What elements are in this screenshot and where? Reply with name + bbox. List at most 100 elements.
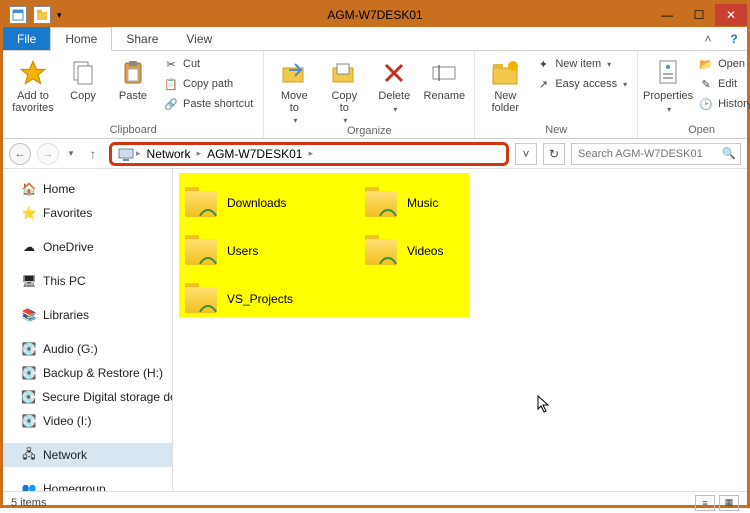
paste-button[interactable]: Paste bbox=[111, 55, 155, 103]
tab-home[interactable]: Home bbox=[50, 27, 112, 51]
sidebar-label: Libraries bbox=[43, 308, 89, 322]
copy-path-button[interactable]: 📋Copy path bbox=[161, 75, 255, 93]
chevron-right-icon[interactable]: ▸ bbox=[308, 148, 313, 159]
drive-icon: 💽 bbox=[21, 389, 36, 405]
easy-access-icon: ↗ bbox=[535, 76, 551, 92]
help-button[interactable]: ? bbox=[721, 27, 747, 50]
ribbon-group-open: Properties 📂Open ✎Edit 🕑History Open bbox=[638, 51, 750, 138]
new-item-label: New item bbox=[555, 58, 601, 70]
status-bar: 5 items ≡ ▦ bbox=[3, 491, 747, 513]
up-button[interactable]: ↑ bbox=[83, 144, 103, 164]
refresh-button[interactable]: ↻ bbox=[543, 143, 565, 165]
edit-button[interactable]: ✎Edit bbox=[696, 75, 750, 93]
tab-share[interactable]: Share bbox=[112, 27, 172, 50]
paste-shortcut-label: Paste shortcut bbox=[183, 98, 253, 110]
sidebar-label: Favorites bbox=[43, 206, 92, 220]
add-to-favorites-button[interactable]: Add to favorites bbox=[11, 55, 55, 114]
copy-button[interactable]: Copy bbox=[61, 55, 105, 103]
copy-to-icon bbox=[328, 57, 360, 89]
copy-to-button[interactable]: Copy to bbox=[322, 55, 366, 125]
breadcrumb-host[interactable]: AGM-W7DESK01 bbox=[203, 147, 306, 161]
chevron-right-icon[interactable]: ▸ bbox=[197, 148, 202, 159]
details-view-button[interactable]: ≡ bbox=[695, 495, 715, 511]
rename-icon bbox=[428, 57, 460, 89]
folder-vsprojects[interactable]: VS_Projects bbox=[183, 275, 323, 323]
sidebar-item-homegroup[interactable]: 👥Homegroup bbox=[3, 477, 172, 491]
qat-new-folder-icon[interactable] bbox=[33, 6, 51, 24]
breadcrumb-network[interactable]: Network bbox=[143, 147, 195, 161]
cut-button[interactable]: ✂Cut bbox=[161, 55, 255, 73]
libraries-icon: 📚 bbox=[21, 307, 37, 323]
sidebar-item-home[interactable]: 🏠Home bbox=[3, 177, 172, 201]
folder-grid: Downloads Music Users Videos VS_Projects bbox=[183, 179, 483, 323]
sidebar-item-video[interactable]: 💽Video (I:) bbox=[3, 409, 172, 433]
breadcrumb-bar[interactable]: ▸ Network ▸ AGM-W7DESK01 ▸ bbox=[109, 142, 509, 166]
folder-users[interactable]: Users bbox=[183, 227, 323, 275]
folder-music[interactable]: Music bbox=[363, 179, 483, 227]
sidebar-item-favorites[interactable]: ⭐ Favorites bbox=[3, 201, 172, 225]
qat-properties-icon[interactable] bbox=[9, 6, 27, 24]
ribbon-group-clipboard: Add to favorites Copy Paste ✂Cut 📋Copy p… bbox=[3, 51, 264, 138]
ribbon-tabs: File Home Share View ˄ ? bbox=[3, 27, 747, 51]
paste-shortcut-button[interactable]: 🔗 Paste shortcut bbox=[161, 95, 255, 113]
properties-button[interactable]: Properties bbox=[646, 55, 690, 114]
search-input[interactable] bbox=[576, 147, 736, 161]
rename-button[interactable]: Rename bbox=[422, 55, 466, 103]
network-icon: 🖧 bbox=[21, 447, 37, 463]
folder-label: Videos bbox=[407, 244, 443, 258]
add-to-favorites-label: Add to favorites bbox=[12, 91, 54, 114]
tab-view[interactable]: View bbox=[172, 27, 226, 50]
move-to-button[interactable]: Move to bbox=[272, 55, 316, 125]
shared-folder-icon bbox=[183, 281, 219, 317]
shortcut-icon: 🔗 bbox=[163, 96, 179, 112]
tab-file[interactable]: File bbox=[3, 27, 50, 50]
easy-access-button[interactable]: ↗ Easy access bbox=[533, 75, 629, 93]
open-button[interactable]: 📂Open bbox=[696, 55, 750, 73]
sidebar-item-thispc[interactable]: 🖥This PC bbox=[3, 269, 172, 293]
sidebar-item-backup[interactable]: 💽Backup & Restore (H:) bbox=[3, 361, 172, 385]
cut-label: Cut bbox=[183, 58, 200, 70]
maximize-button[interactable]: ☐ bbox=[683, 4, 715, 26]
icons-view-button[interactable]: ▦ bbox=[719, 495, 739, 511]
back-button[interactable]: ← bbox=[9, 143, 31, 165]
window-title: AGM-W7DESK01 bbox=[3, 8, 747, 22]
chevron-right-icon[interactable]: ▸ bbox=[136, 148, 141, 159]
minimize-ribbon-button[interactable]: ˄ bbox=[695, 27, 721, 50]
sidebar-item-audio[interactable]: 💽Audio (G:) bbox=[3, 337, 172, 361]
sidebar-item-sdcard[interactable]: 💽Secure Digital storage devi bbox=[3, 385, 172, 409]
copy-label: Copy bbox=[70, 91, 96, 103]
pc-icon: 🖥 bbox=[21, 273, 37, 289]
new-folder-button[interactable]: New folder bbox=[483, 55, 527, 114]
folder-videos[interactable]: Videos bbox=[363, 227, 483, 275]
nav-history-dropdown[interactable]: ▾ bbox=[65, 148, 77, 159]
sidebar-item-libraries[interactable]: 📚 Libraries bbox=[3, 303, 172, 327]
star-icon bbox=[17, 57, 49, 89]
group-label-organize: Organize bbox=[272, 125, 466, 137]
forward-button[interactable]: → bbox=[37, 143, 59, 165]
folder-downloads[interactable]: Downloads bbox=[183, 179, 323, 227]
close-button[interactable]: ✕ bbox=[715, 4, 747, 26]
qat-dropdown-icon[interactable]: ▾ bbox=[57, 10, 62, 21]
star-icon: ⭐ bbox=[21, 205, 37, 221]
home-icon: 🏠 bbox=[21, 181, 37, 197]
copy-path-label: Copy path bbox=[183, 78, 233, 90]
easy-access-label: Easy access bbox=[555, 78, 617, 90]
content-pane[interactable]: Downloads Music Users Videos VS_Projects bbox=[173, 169, 747, 491]
history-icon: 🕑 bbox=[698, 96, 714, 112]
sidebar-item-onedrive[interactable]: ☁OneDrive bbox=[3, 235, 172, 259]
drive-icon: 💽 bbox=[21, 365, 37, 381]
navigation-pane[interactable]: 🏠Home ⭐ Favorites ☁OneDrive 🖥This PC 📚 Lib… bbox=[3, 169, 173, 491]
search-icon[interactable]: 🔍 bbox=[722, 147, 736, 160]
sidebar-item-network[interactable]: 🖧Network bbox=[3, 443, 172, 467]
minimize-button[interactable]: — bbox=[651, 4, 683, 26]
item-count: 5 items bbox=[11, 497, 46, 509]
history-button[interactable]: 🕑History bbox=[696, 95, 750, 113]
search-box[interactable]: 🔍 bbox=[571, 143, 741, 165]
paste-icon bbox=[117, 57, 149, 89]
folder-label: VS_Projects bbox=[227, 292, 293, 306]
new-item-button[interactable]: ✦New item bbox=[533, 55, 629, 73]
sidebar-label: OneDrive bbox=[43, 240, 94, 254]
delete-button[interactable]: Delete bbox=[372, 55, 416, 114]
address-dropdown-button[interactable]: ˅ bbox=[515, 143, 537, 165]
new-folder-icon bbox=[489, 57, 521, 89]
